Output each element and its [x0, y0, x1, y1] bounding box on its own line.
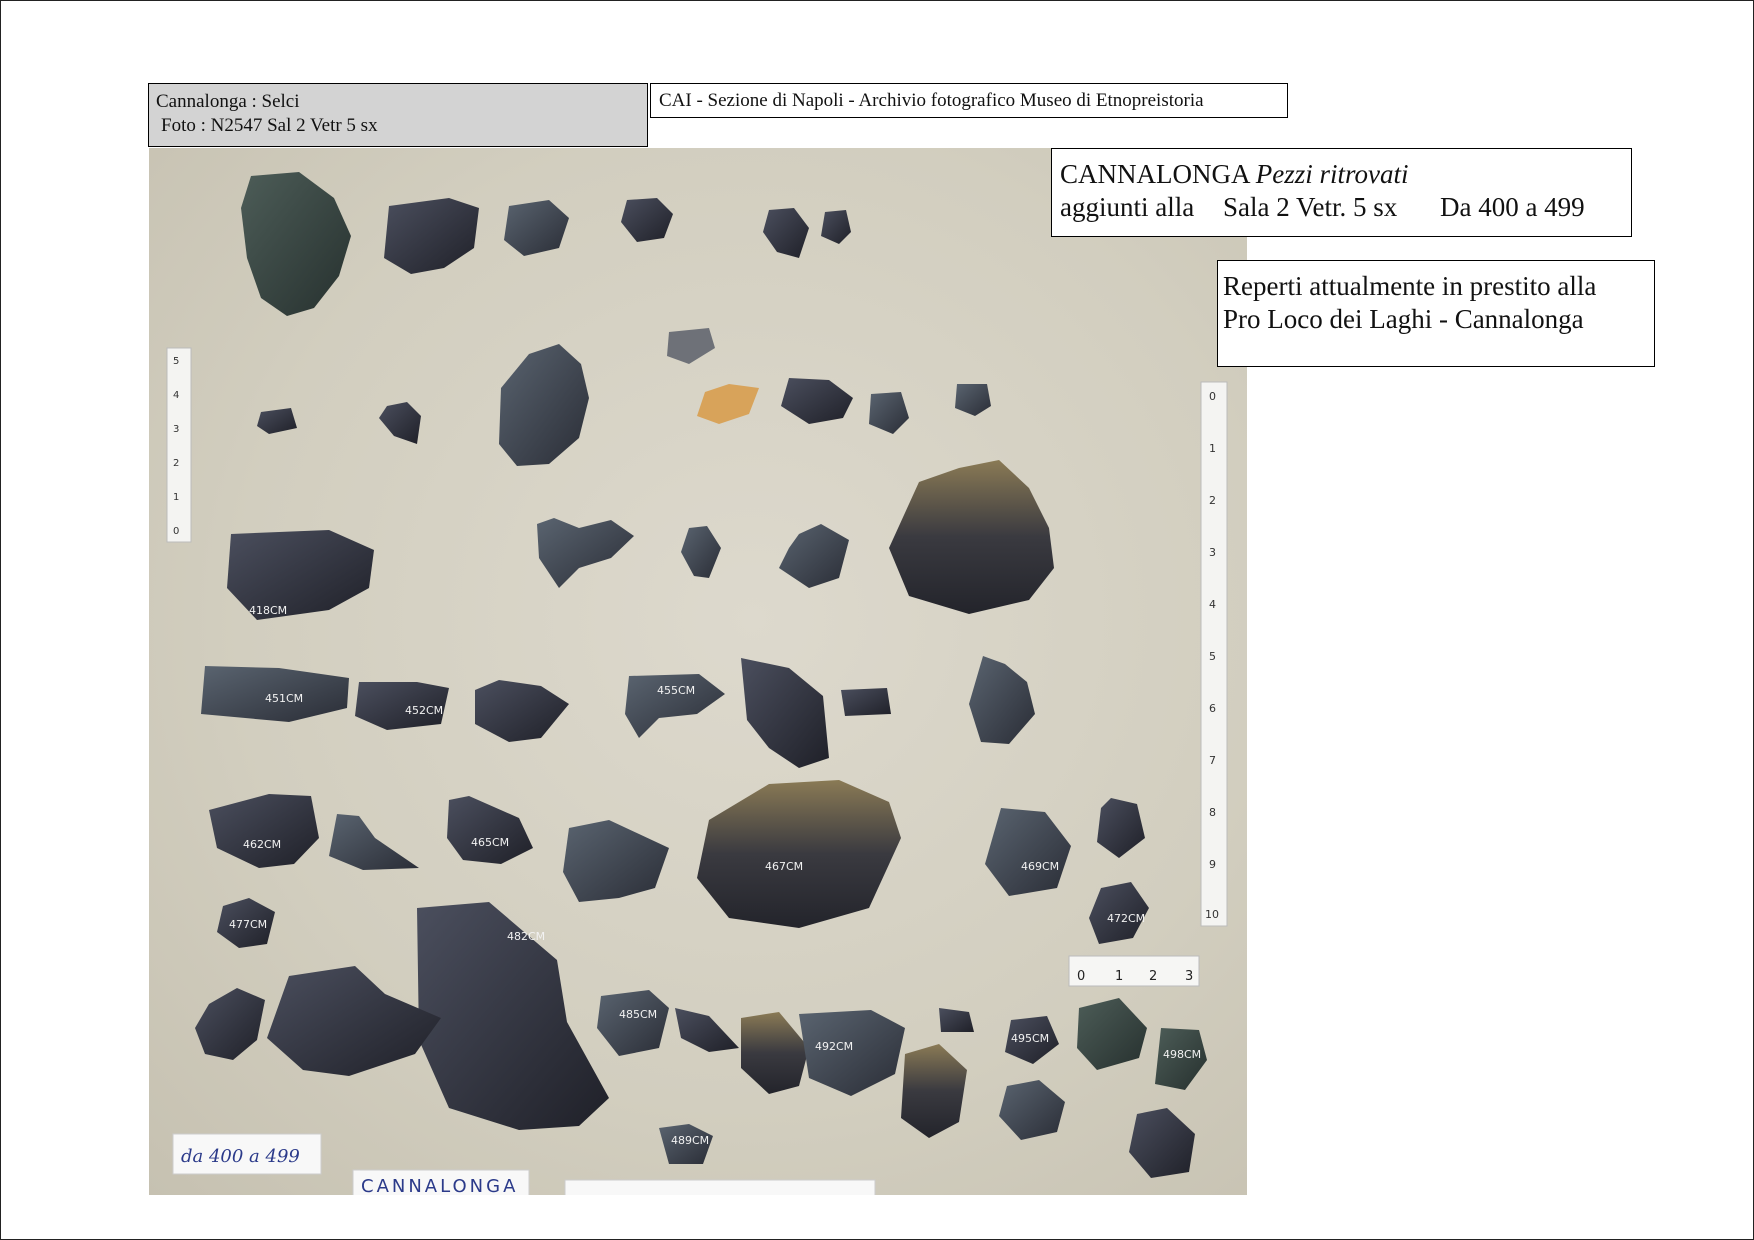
header-caption-box: Cannalonga : Selci Foto : N2547 Sal 2 Ve…	[148, 83, 648, 147]
info-box: CANNALONGA Pezzi ritrovati aggiunti alla…	[1051, 148, 1632, 237]
svg-text:3: 3	[1185, 969, 1193, 984]
svg-text:4: 4	[173, 390, 179, 401]
label-455: 455CM	[657, 684, 695, 697]
svg-text:3: 3	[173, 424, 179, 435]
ruler-right: 0 1 2 3 4 5 6 7 8 9 10	[1200, 381, 1228, 927]
label-492: 492CM	[815, 1040, 853, 1053]
caption-title: Cannalonga : Selci	[156, 91, 300, 112]
info-added-to: aggiunti alla	[1060, 192, 1195, 222]
row-2-stones	[257, 328, 991, 466]
loan-box: Reperti attualmente in prestito alla Pro…	[1217, 260, 1655, 367]
label-498: 498CM	[1163, 1048, 1201, 1061]
label-485: 485CM	[619, 1008, 657, 1021]
row-3-stones	[227, 460, 1054, 620]
label-477: 477CM	[229, 918, 267, 931]
svg-text:7: 7	[1209, 754, 1216, 767]
svg-text:2: 2	[173, 458, 179, 469]
svg-text:CANNALONGA: CANNALONGA	[361, 1176, 518, 1195]
info-pieces-found: Pezzi ritrovati	[1255, 159, 1409, 189]
svg-text:1: 1	[173, 492, 179, 503]
range-card: da 400 a 499	[172, 1133, 322, 1175]
svg-text:6: 6	[1209, 702, 1216, 715]
label-452: 452CM	[405, 704, 443, 717]
loan-line-2: Pro Loco dei Laghi - Cannalonga	[1223, 304, 1584, 334]
photo-illustration: 418CM 451CM 452CM 455CM 462CM 465CM 467C…	[166, 172, 1228, 1195]
ruler-left: 0 1 2 3 4 5	[166, 347, 192, 543]
label-495: 495CM	[1011, 1032, 1049, 1045]
label-465: 465CM	[471, 836, 509, 849]
svg-text:10: 10	[1205, 908, 1219, 921]
info-room-case: Sala 2 Vetr. 5 sx	[1222, 192, 1398, 222]
label-489: 489CM	[671, 1134, 709, 1147]
label-472: 472CM	[1107, 912, 1145, 925]
info-site-name: CANNALONGA	[1060, 159, 1249, 189]
svg-text:5: 5	[173, 356, 179, 367]
artifact-photo: 418CM 451CM 452CM 455CM 462CM 465CM 467C…	[149, 148, 1247, 1195]
svg-text:9: 9	[1209, 858, 1216, 871]
loan-line-1: Reperti attualmente in prestito alla	[1223, 271, 1597, 301]
svg-text:1: 1	[1115, 969, 1123, 984]
svg-text:5: 5	[1209, 650, 1216, 663]
caption-photo-ref: Foto : N2547 Sal 2 Vetr 5 sx	[161, 115, 378, 136]
svg-text:0: 0	[173, 526, 179, 537]
svg-text:8: 8	[1209, 806, 1216, 819]
svg-text:2: 2	[1149, 969, 1157, 984]
label-482: 482CM	[507, 930, 545, 943]
label-451: 451CM	[265, 692, 303, 705]
label-469: 469CM	[1021, 860, 1059, 873]
ruler-small: 0 1 2 3	[1068, 955, 1200, 987]
row-5-stones	[209, 780, 1149, 948]
svg-text:3: 3	[1209, 546, 1216, 559]
svg-text:0: 0	[1077, 969, 1085, 984]
row-4-stones	[201, 656, 1035, 768]
svg-text:4: 4	[1209, 598, 1216, 611]
svg-text:da 400 a 499: da 400 a 499	[181, 1146, 300, 1167]
svg-text:2: 2	[1209, 494, 1216, 507]
cannalonga-card: CANNALONGA	[352, 1169, 876, 1195]
label-467: 467CM	[765, 860, 803, 873]
info-line-1: CANNALONGA Pezzi ritrovati	[1060, 158, 1631, 191]
label-418: 418CM	[249, 604, 287, 617]
svg-text:0: 0	[1209, 390, 1216, 403]
archive-header: CAI - Sezione di Napoli - Archivio fotog…	[650, 83, 1288, 118]
row-1-stones	[241, 172, 851, 316]
label-462: 462CM	[243, 838, 281, 851]
svg-text:1: 1	[1209, 442, 1216, 455]
info-range: Da 400 a 499	[1439, 192, 1585, 222]
info-line-2: aggiunti alla Sala 2 Vetr. 5 sx Da 400 a…	[1060, 191, 1631, 224]
